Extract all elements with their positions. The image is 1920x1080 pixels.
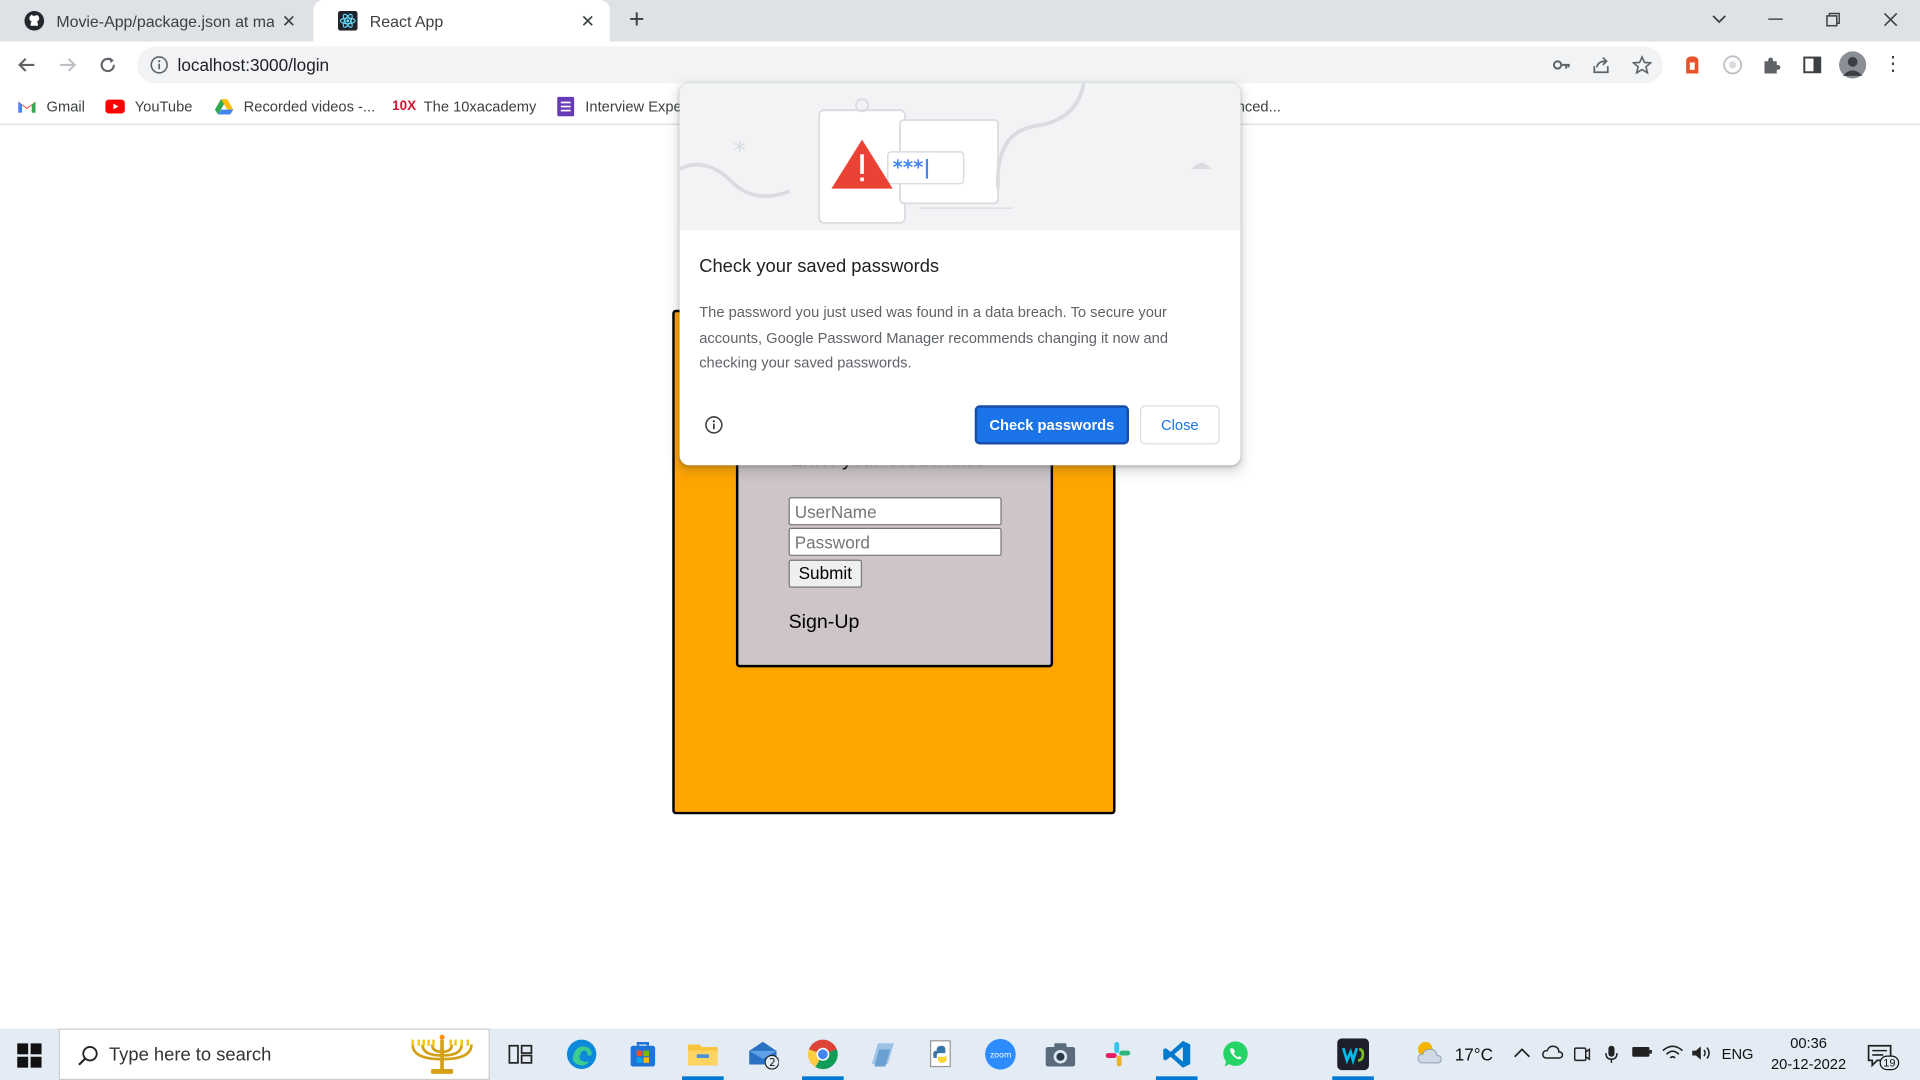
bookmark-interview[interactable]: Interview Expe bbox=[556, 96, 682, 118]
time-text: 00:36 bbox=[1790, 1034, 1827, 1052]
site-info-icon[interactable] bbox=[149, 55, 169, 75]
bookmark-label: Recorded videos -... bbox=[243, 97, 376, 116]
bookmark-label: The 10xacademy bbox=[423, 97, 537, 116]
search-icon bbox=[77, 1044, 99, 1066]
dialog-body: The password you just used was found in … bbox=[699, 303, 1169, 372]
youtube-icon bbox=[105, 97, 125, 117]
vscode-icon[interactable] bbox=[1155, 1038, 1198, 1080]
weather-icon[interactable] bbox=[1413, 1038, 1445, 1067]
temperature-text: 17°C bbox=[1454, 1044, 1494, 1065]
breach-illustration: * ***| bbox=[679, 83, 1241, 231]
bookmark-label: Interview Expe bbox=[585, 97, 682, 116]
microphone-icon[interactable] bbox=[1602, 1044, 1622, 1064]
masked-password-text: ***| bbox=[893, 156, 931, 179]
store-icon[interactable] bbox=[627, 1038, 659, 1070]
dialog-title: Check your saved passwords bbox=[699, 255, 940, 277]
windows-start-icon[interactable] bbox=[17, 1043, 42, 1068]
screen: Movie-App/package.json at main · ✕ React… bbox=[0, 0, 1920, 1080]
more-menu-icon[interactable]: ⋮ bbox=[1883, 51, 1903, 78]
bookmark-recorded-videos[interactable]: Recorded videos -... bbox=[214, 96, 375, 118]
profile-avatar[interactable] bbox=[1839, 51, 1867, 79]
python-icon[interactable] bbox=[926, 1038, 958, 1070]
webex-icon[interactable] bbox=[1332, 1038, 1374, 1080]
edge-icon[interactable] bbox=[566, 1038, 598, 1070]
extension-orange-icon[interactable] bbox=[1681, 54, 1703, 76]
reload-icon[interactable] bbox=[94, 51, 121, 78]
date-text: 20-12-2022 bbox=[1770, 1055, 1847, 1073]
close-button[interactable]: Close bbox=[1140, 405, 1220, 445]
mail-icon[interactable]: 2 bbox=[747, 1038, 779, 1070]
language-indicator[interactable]: ENG bbox=[1722, 1046, 1754, 1063]
bookmark-label: Gmail bbox=[46, 97, 85, 116]
chrome-icon[interactable] bbox=[802, 1038, 844, 1080]
10x-icon: 10X bbox=[392, 99, 417, 114]
check-passwords-button[interactable]: Check passwords bbox=[974, 405, 1129, 445]
zoom-label: zoom bbox=[990, 1050, 1012, 1059]
wifi-icon[interactable] bbox=[1662, 1044, 1683, 1064]
extension-grey-icon[interactable] bbox=[1722, 54, 1744, 76]
tab-title: React App bbox=[369, 11, 444, 31]
clock[interactable]: 00:36 20-12-2022 bbox=[1768, 1033, 1849, 1075]
tab-title: Movie-App/package.json at main · bbox=[56, 11, 275, 31]
new-tab-icon[interactable]: + bbox=[622, 6, 651, 35]
browser-toolbar: localhost:3000/login ⋮ bbox=[0, 41, 1920, 89]
submit-button[interactable]: Submit bbox=[788, 559, 863, 588]
menorah-icon bbox=[407, 1034, 478, 1077]
form-icon bbox=[556, 96, 576, 117]
tab-search-icon[interactable] bbox=[1702, 5, 1736, 34]
whatsapp-icon[interactable] bbox=[1220, 1038, 1252, 1070]
search-placeholder: Type here to search bbox=[108, 1044, 272, 1066]
zoom-icon[interactable]: zoom bbox=[984, 1038, 1016, 1070]
tab-strip: Movie-App/package.json at main · ✕ React… bbox=[0, 0, 1920, 42]
bookmark-youtube[interactable]: YouTube bbox=[105, 96, 192, 118]
restore-icon[interactable] bbox=[1816, 5, 1850, 34]
task-view-icon[interactable] bbox=[504, 1038, 536, 1070]
tab-react-app[interactable]: React App ✕ bbox=[313, 0, 610, 42]
volume-icon[interactable] bbox=[1691, 1044, 1711, 1064]
extensions-puzzle-icon[interactable] bbox=[1761, 54, 1783, 76]
password-breach-dialog: * ***| Check your saved passwords The pa… bbox=[679, 83, 1241, 466]
meet-now-icon[interactable] bbox=[1572, 1044, 1592, 1064]
forward-icon[interactable] bbox=[54, 51, 81, 78]
taskbar: Type here to search 2 zoom 17°C ENG 00:3… bbox=[0, 1028, 1920, 1080]
file-explorer-icon[interactable] bbox=[682, 1038, 724, 1080]
battery-icon[interactable] bbox=[1631, 1044, 1652, 1064]
address-bar[interactable]: localhost:3000/login bbox=[137, 46, 1663, 84]
bookmark-label: YouTube bbox=[134, 97, 193, 116]
onedrive-icon[interactable] bbox=[1542, 1044, 1564, 1064]
bookmark-star-icon[interactable] bbox=[1631, 54, 1653, 75]
signup-link[interactable]: Sign-Up bbox=[789, 612, 860, 634]
gmail-icon bbox=[17, 97, 37, 117]
url-text: localhost:3000/login bbox=[177, 55, 330, 75]
react-icon bbox=[337, 11, 358, 31]
tray-chevron-icon[interactable] bbox=[1512, 1044, 1532, 1064]
notepad-icon[interactable] bbox=[866, 1038, 898, 1070]
camera-icon[interactable] bbox=[1044, 1038, 1076, 1070]
bookmark-gmail[interactable]: Gmail bbox=[17, 96, 85, 118]
google-drive-icon bbox=[214, 97, 234, 117]
tab-github[interactable]: Movie-App/package.json at main · ✕ bbox=[0, 0, 311, 42]
share-icon[interactable] bbox=[1592, 55, 1612, 75]
mail-badge: 2 bbox=[769, 1058, 776, 1069]
github-icon bbox=[24, 11, 45, 31]
bookmark-partial[interactable]: nced... bbox=[1237, 96, 1281, 118]
minimize-icon[interactable] bbox=[1758, 5, 1792, 34]
close-tab-icon[interactable]: ✕ bbox=[578, 11, 598, 31]
username-input[interactable] bbox=[788, 497, 1002, 526]
slack-icon[interactable] bbox=[1102, 1038, 1134, 1070]
credentials-card: Enter your Credentials Submit Sign-Up bbox=[735, 442, 1054, 668]
close-window-icon[interactable] bbox=[1873, 5, 1907, 34]
bookmark-label: nced... bbox=[1236, 97, 1281, 116]
side-panel-icon[interactable] bbox=[1801, 54, 1823, 76]
key-icon[interactable] bbox=[1551, 55, 1571, 75]
taskbar-search-box[interactable]: Type here to search bbox=[58, 1028, 490, 1080]
svg-text:*: * bbox=[733, 136, 745, 165]
notification-count: 19 bbox=[1879, 1055, 1900, 1071]
password-input[interactable] bbox=[788, 527, 1002, 556]
close-tab-icon[interactable]: ✕ bbox=[279, 11, 299, 31]
info-icon[interactable] bbox=[704, 415, 724, 435]
back-icon[interactable] bbox=[13, 51, 40, 78]
bookmark-10xacademy[interactable]: 10X The 10xacademy bbox=[392, 96, 537, 118]
